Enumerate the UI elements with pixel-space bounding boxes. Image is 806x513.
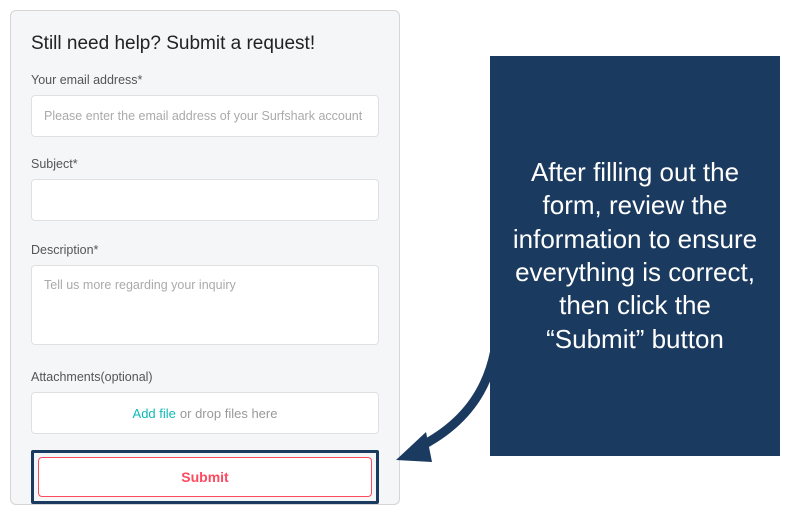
description-label: Description* xyxy=(31,243,379,257)
add-file-link[interactable]: Add file xyxy=(133,406,176,421)
attachments-label: Attachments(optional) xyxy=(31,370,379,384)
request-form-panel: Still need help? Submit a request! Your … xyxy=(10,10,400,505)
email-label: Your email address* xyxy=(31,73,379,87)
email-field[interactable] xyxy=(31,95,379,137)
subject-field[interactable] xyxy=(31,179,379,221)
submit-button[interactable]: Submit xyxy=(38,457,372,497)
attachments-dropzone[interactable]: Add file or drop files here xyxy=(31,392,379,434)
form-title: Still need help? Submit a request! xyxy=(31,33,379,55)
submit-highlight-box: Submit xyxy=(31,450,379,504)
drop-files-text: or drop files here xyxy=(180,406,278,421)
callout-text: After filling out the form, review the i… xyxy=(508,156,762,356)
subject-label: Subject* xyxy=(31,157,379,171)
instruction-callout: After filling out the form, review the i… xyxy=(490,56,780,456)
description-field[interactable] xyxy=(31,265,379,345)
